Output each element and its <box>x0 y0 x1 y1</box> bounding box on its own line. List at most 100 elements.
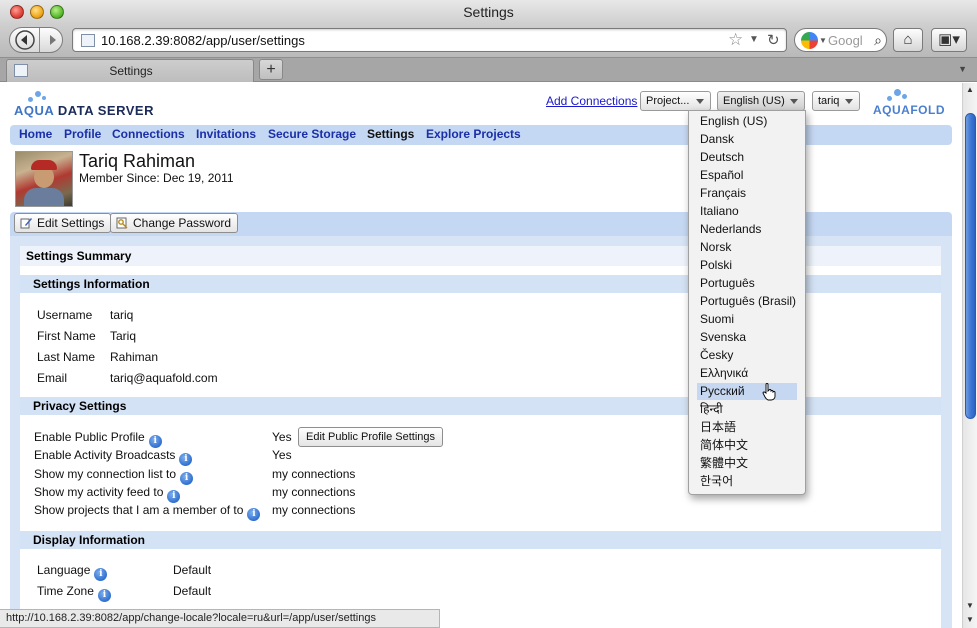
language-option[interactable]: 日本語 <box>697 419 797 436</box>
nav-connections[interactable]: Connections <box>112 127 185 141</box>
language-option[interactable]: Norsk <box>697 239 797 256</box>
tab-label: Settings <box>109 64 153 78</box>
language-option[interactable]: Svenska <box>697 329 797 346</box>
address-bar[interactable]: 10.168.2.39:8082/app/user/settings ☆ ▼ ↻ <box>72 28 787 52</box>
tab-settings[interactable]: Settings <box>6 59 254 82</box>
bookmark-star-icon[interactable]: ☆ <box>728 30 743 50</box>
zoom-window-button[interactable] <box>50 5 64 19</box>
scroll-thumb[interactable] <box>965 113 976 419</box>
minimize-window-button[interactable] <box>30 5 44 19</box>
browser-toolbar: 10.168.2.39:8082/app/user/settings ☆ ▼ ↻… <box>0 24 977 58</box>
nav-home[interactable]: Home <box>19 127 52 141</box>
add-connections-link[interactable]: Add Connections <box>546 94 637 108</box>
language-option[interactable]: हिन्दी <box>697 401 797 418</box>
nav-secure-storage[interactable]: Secure Storage <box>268 127 356 141</box>
nav-invitations[interactable]: Invitations <box>196 127 256 141</box>
email-label: Email <box>37 371 68 385</box>
language-select[interactable]: English (US) <box>717 91 805 111</box>
projects-visibility-label: Show projects that I am a member of to i <box>34 503 261 521</box>
logo-wordmark: AQUA DATA SERVER <box>14 103 154 118</box>
scroll-down-icon[interactable]: ▼ <box>966 615 974 624</box>
profile-name: Tariq Rahiman <box>79 151 196 171</box>
project-select[interactable]: Project... <box>640 91 711 111</box>
avatar[interactable] <box>15 151 73 207</box>
page-content: AQUA DATA SERVER Add Connections Project… <box>0 83 962 628</box>
back-button[interactable] <box>10 28 40 52</box>
user-select[interactable]: tariq <box>812 91 860 111</box>
scroll-down-icon[interactable]: ▼ <box>966 601 974 610</box>
language-option[interactable]: Português (Brasil) <box>697 293 797 310</box>
nav-settings[interactable]: Settings <box>367 127 414 141</box>
language-option[interactable]: Español <box>697 167 797 184</box>
language-option[interactable]: 한국어 <box>697 473 797 490</box>
info-icon[interactable]: i <box>148 435 162 448</box>
tab-list-icon[interactable]: ▼ <box>958 64 967 74</box>
nav-explore-projects[interactable]: Explore Projects <box>426 127 521 141</box>
language-select-value: English (US) <box>723 95 785 107</box>
google-engine-icon[interactable] <box>801 32 818 49</box>
language-option[interactable]: Nederlands <box>697 221 797 238</box>
info-icon[interactable]: i <box>94 568 108 581</box>
tab-strip: Settings + ▼ <box>0 58 977 82</box>
change-password-label: Change Password <box>133 216 232 230</box>
info-icon[interactable]: i <box>97 589 111 602</box>
change-password-button[interactable]: Change Password <box>110 213 239 233</box>
language-option[interactable]: Português <box>697 275 797 292</box>
edit-icon <box>20 218 32 229</box>
language-option[interactable]: 简体中文 <box>697 437 797 454</box>
scroll-up-icon[interactable]: ▲ <box>966 85 974 94</box>
main-nav: Home Profile Connections Invitations Sec… <box>10 125 952 145</box>
close-window-button[interactable] <box>10 5 24 19</box>
forward-arrow-icon <box>50 35 56 45</box>
page-scrollbar[interactable]: ▲ ▼ ▼ <box>962 83 977 628</box>
activity-broadcasts-value: Yes <box>272 448 292 462</box>
language-option[interactable]: Dansk <box>697 131 797 148</box>
language-option[interactable]: Ελληνικά <box>697 365 797 382</box>
info-icon[interactable]: i <box>247 508 261 521</box>
projects-visibility-value: my connections <box>272 503 356 517</box>
new-tab-button[interactable]: + <box>259 59 283 80</box>
username-value: tariq <box>110 308 134 322</box>
activity-broadcasts-label: Enable Activity Broadcasts i <box>34 448 193 466</box>
first-name-value: Tariq <box>110 329 137 343</box>
connection-list-label: Show my connection list to i <box>34 467 194 485</box>
language-option[interactable]: Français <box>697 185 797 202</box>
time-zone-label: Time Zone i <box>37 584 111 602</box>
info-icon[interactable]: i <box>167 490 181 503</box>
first-name-label: First Name <box>37 329 96 343</box>
chevron-down-icon <box>696 99 704 104</box>
aquafold-logo[interactable]: AQUAFOLD <box>873 88 953 118</box>
logo-drops-icon <box>26 89 50 103</box>
language-option-highlighted[interactable]: Русский <box>697 383 797 400</box>
language-option[interactable]: Polski <box>697 257 797 274</box>
history-buttons <box>9 27 63 53</box>
search-field[interactable]: ▼ Googl ⌕ <box>794 28 887 52</box>
language-option[interactable]: Deutsch <box>697 149 797 166</box>
status-bar: http://10.168.2.39:8082/app/change-local… <box>0 609 440 628</box>
language-option[interactable]: Česky <box>697 347 797 364</box>
history-dropdown-icon[interactable]: ▼ <box>749 34 759 45</box>
reload-icon[interactable]: ↻ <box>767 31 780 49</box>
settings-panel: Settings Summary Settings Information Us… <box>10 236 952 628</box>
home-button[interactable]: ⌂ <box>893 28 923 52</box>
language-option[interactable]: English (US) <box>697 113 797 130</box>
nav-profile[interactable]: Profile <box>64 127 101 141</box>
forward-button[interactable] <box>41 28 62 52</box>
time-zone-value: Default <box>173 584 212 598</box>
language-option[interactable]: Italiano <box>697 203 797 220</box>
search-icon[interactable]: ⌕ <box>874 32 882 49</box>
info-icon[interactable]: i <box>179 453 193 466</box>
address-text[interactable]: 10.168.2.39:8082/app/user/settings <box>101 33 305 48</box>
edit-public-profile-button[interactable]: Edit Public Profile Settings <box>298 427 444 447</box>
addons-button[interactable]: ▣▾ <box>931 28 967 52</box>
engine-dropdown-icon[interactable]: ▼ <box>819 36 827 45</box>
language-option[interactable]: Suomi <box>697 311 797 328</box>
info-icon[interactable]: i <box>180 472 194 485</box>
chevron-down-icon <box>845 99 853 104</box>
language-option[interactable]: 繁體中文 <box>697 455 797 472</box>
puzzle-icon: ▣▾ <box>938 31 960 48</box>
window-title: Settings <box>463 4 514 20</box>
activity-feed-label: Show my activity feed to i <box>34 485 181 503</box>
last-name-label: Last Name <box>37 350 96 364</box>
edit-settings-button[interactable]: Edit Settings <box>14 213 112 233</box>
